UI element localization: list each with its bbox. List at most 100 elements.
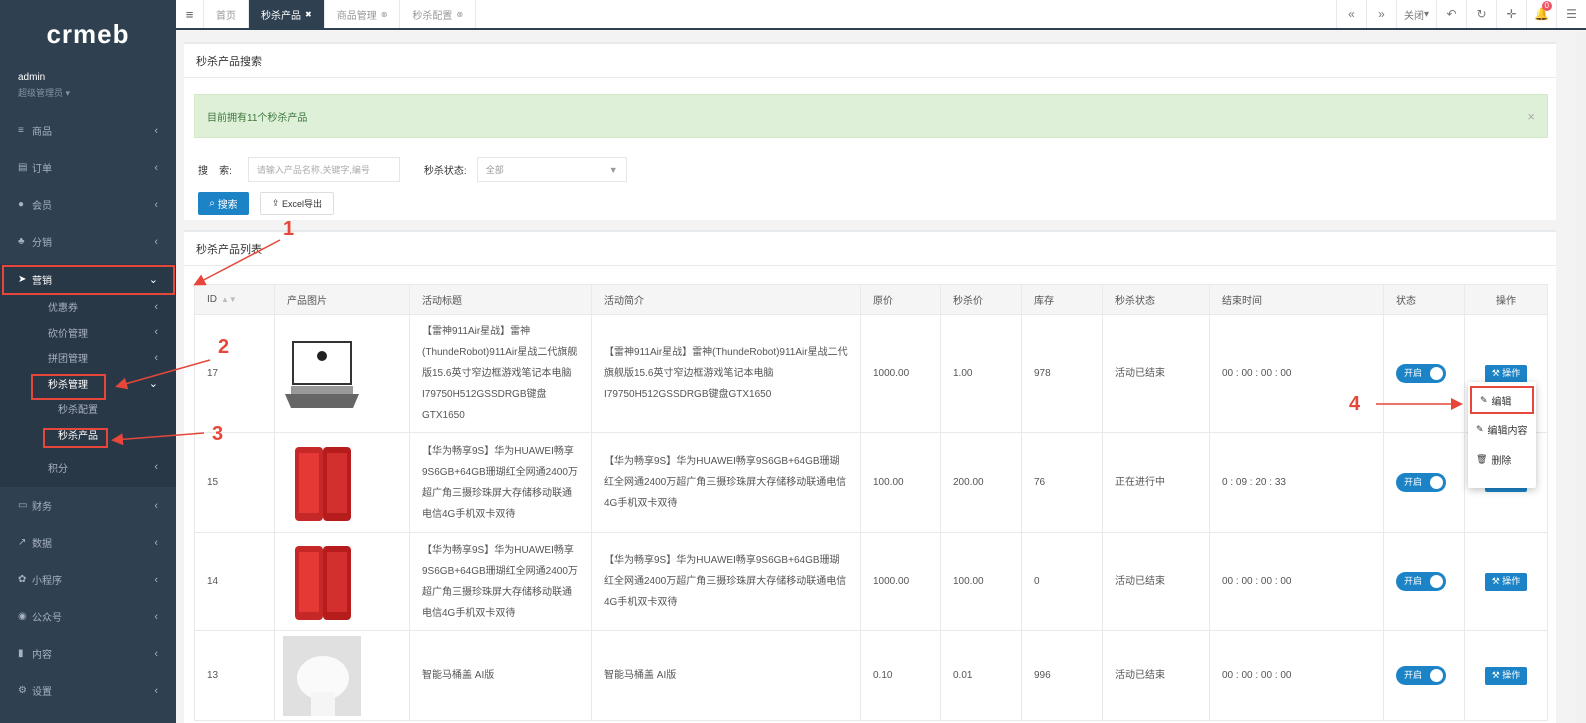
chevron-left-icon: ‹: [154, 300, 158, 313]
doc-icon: ▤: [18, 162, 28, 173]
close-icon[interactable]: ✖: [305, 10, 312, 19]
col-price: 原价: [860, 284, 941, 315]
product-image-phone: [283, 542, 357, 622]
back-icon[interactable]: ↶: [1436, 0, 1466, 28]
chevron-down-icon: ▼: [608, 164, 618, 175]
status-toggle[interactable]: 开启: [1396, 666, 1446, 685]
table-row: 14 【华为畅享9S】华为HUAWEI畅享9S6GB+64GB珊瑚红全网通240…: [194, 532, 1548, 631]
col-status: 状态: [1383, 284, 1465, 315]
col-id[interactable]: ID ▲▼: [194, 284, 275, 315]
col-sale-price: 秒杀价: [940, 284, 1022, 315]
sidebar-item-orders[interactable]: ▤ 订单 ‹: [0, 149, 176, 186]
user-icon: ●: [18, 199, 25, 210]
table-row: 17 【雷神911Air星战】雷神(ThundeRobot)911Air星战二代…: [194, 314, 1548, 433]
tab-product-manage[interactable]: 商品管理 ⊗: [325, 0, 401, 28]
scroll-right-icon[interactable]: »: [1366, 0, 1396, 28]
action-dropdown-button[interactable]: ⚒ 操作: [1485, 572, 1527, 591]
col-image: 产品图片: [274, 284, 410, 315]
bell-icon[interactable]: 🔔 0: [1526, 0, 1556, 28]
table-row: 15 【华为畅享9S】华为HUAWEI畅享9S6GB+64GB珊瑚红全网通240…: [194, 432, 1548, 533]
chevron-down-icon: ⌄: [148, 377, 158, 390]
user-role-dropdown[interactable]: 超级管理员 ▾: [18, 86, 158, 99]
highlight-box-seckill-products: [43, 428, 108, 448]
info-alert: 目前拥有11个秒杀产品 ×: [194, 94, 1548, 138]
sidebar-item-finance[interactable]: ▭ 财务 ‹: [0, 487, 176, 524]
search-input[interactable]: 请输入产品名称,关键字,编号: [247, 157, 400, 182]
search-icon: ⌕: [209, 198, 215, 209]
search-button[interactable]: ⌕ 搜索: [198, 192, 249, 215]
action-dropdown-menu: ✎ 编辑 ✎ 编辑内容 🗑 删除: [1468, 382, 1536, 488]
chevron-left-icon: ‹: [154, 326, 158, 339]
menu-item-delete[interactable]: 🗑 删除: [1468, 444, 1536, 474]
excel-export-button[interactable]: ⇪ Excel导出: [260, 192, 334, 215]
list-icon: ≡: [18, 125, 24, 136]
product-image-laptop: [283, 334, 359, 414]
search-panel: 秒杀产品搜索 目前拥有11个秒杀产品 × 搜 索: 请输入产品名称,关键字,编号 …: [184, 42, 1556, 220]
action-dropdown-button[interactable]: ⚒ 操作: [1485, 364, 1527, 383]
sidebar-item-points[interactable]: 积分 ‹: [0, 447, 176, 487]
menu-item-edit-content[interactable]: ✎ 编辑内容: [1468, 414, 1536, 444]
chart-icon: ↗: [18, 537, 27, 548]
chevron-left-icon: ‹: [154, 351, 158, 364]
top-tabbar: ≡ 首页 秒杀产品 ✖ 商品管理 ⊗ 秒杀配置 ⊗ « » 关闭 ▾ ↶ ↻ ✛ 🔔 0 …: [176, 0, 1586, 30]
close-icon[interactable]: ⊗: [456, 10, 463, 19]
menu-item-edit[interactable]: ✎ 编辑: [1470, 386, 1534, 414]
sidebar-item-mini-program[interactable]: ✿ 小程序 ‹: [0, 561, 176, 598]
wrench-icon: ⚒: [1491, 670, 1500, 680]
chevron-left-icon: ‹: [154, 647, 158, 660]
close-tabs-dropdown[interactable]: 关闭 ▾: [1396, 0, 1436, 28]
highlight-box-seckill-manage: [31, 374, 106, 400]
status-select[interactable]: 全部 ▼: [476, 157, 627, 182]
sidebar-item-products[interactable]: ≡ 商品 ‹: [0, 112, 176, 149]
sidebar-item-settings[interactable]: ⚙ 设置 ‹: [0, 672, 176, 709]
page-scrollbar[interactable]: [1576, 32, 1586, 723]
sidebar-item-bargain[interactable]: 砍价管理 ‹: [0, 320, 176, 346]
status-toggle[interactable]: 开启: [1396, 572, 1446, 591]
status-toggle[interactable]: 开启: [1396, 364, 1446, 383]
sidebar-item-content[interactable]: ▮ 内容 ‹: [0, 635, 176, 672]
sidebar-item-members[interactable]: ● 会员 ‹: [0, 186, 176, 223]
chevron-left-icon: ‹: [154, 235, 158, 248]
col-intro: 活动简介: [591, 284, 861, 315]
search-form: 搜 索: 请输入产品名称,关键字,编号 秒杀状态: 全部 ▼: [198, 157, 627, 182]
wrench-icon: ⚒: [1491, 576, 1500, 586]
money-icon: ▭: [18, 500, 28, 511]
wrench-icon: ⚒: [1491, 368, 1500, 378]
close-icon[interactable]: ⊗: [381, 10, 388, 19]
status-label: 秒杀状态:: [423, 166, 467, 177]
content-icon: ▮: [18, 648, 24, 659]
fullscreen-icon[interactable]: ✛: [1496, 0, 1526, 28]
col-title: 活动标题: [409, 284, 592, 315]
gear-icon: ⚙: [18, 685, 27, 696]
chevron-left-icon: ‹: [154, 461, 158, 473]
tab-seckill-products[interactable]: 秒杀产品 ✖: [249, 0, 325, 28]
sidebar-item-data[interactable]: ↗ 数据 ‹: [0, 524, 176, 561]
status-toggle[interactable]: 开启: [1396, 473, 1446, 492]
wechat-icon: ◉: [18, 611, 27, 622]
chevron-left-icon: ‹: [154, 161, 158, 174]
sidebar-item-coupons[interactable]: 优惠券 ‹: [0, 294, 176, 320]
tab-seckill-config[interactable]: 秒杀配置 ⊗: [400, 0, 477, 28]
sidebar-item-distribution[interactable]: ♣ 分销 ‹: [0, 223, 176, 260]
seckill-table: ID ▲▼ 产品图片 活动标题 活动简介 原价 秒杀价 库存 秒杀状态 结束时间 …: [194, 284, 1548, 721]
sort-icon[interactable]: ▲▼: [221, 295, 237, 304]
sidebar-item-wechat[interactable]: ◉ 公众号 ‹: [0, 598, 176, 635]
chevron-left-icon: ‹: [154, 573, 158, 586]
product-image-toilet: [283, 635, 361, 716]
brand-logo[interactable]: crmeb: [0, 0, 176, 68]
product-image-phone: [283, 443, 357, 523]
highlight-box-marketing: [2, 265, 175, 295]
more-menu-icon[interactable]: ☰: [1556, 0, 1586, 28]
refresh-icon[interactable]: ↻: [1466, 0, 1496, 28]
keyword-label: 搜 索:: [198, 166, 232, 177]
menu-toggle-icon[interactable]: ≡: [176, 0, 204, 28]
action-dropdown-button[interactable]: ⚒ 操作: [1485, 666, 1527, 685]
close-icon[interactable]: ×: [1527, 109, 1535, 124]
scroll-left-icon[interactable]: «: [1336, 0, 1366, 28]
sidebar-item-group-buy[interactable]: 拼团管理 ‹: [0, 345, 176, 371]
tab-home[interactable]: 首页: [204, 0, 249, 28]
table-row: 13 智能马桶盖 AI版 智能马桶盖 AI版 0.10 0.01 996 活动已…: [194, 630, 1548, 721]
pencil-icon: ✎: [1476, 423, 1484, 434]
list-panel-title: 秒杀产品列表: [184, 232, 1556, 266]
user-name: admin: [18, 72, 46, 83]
